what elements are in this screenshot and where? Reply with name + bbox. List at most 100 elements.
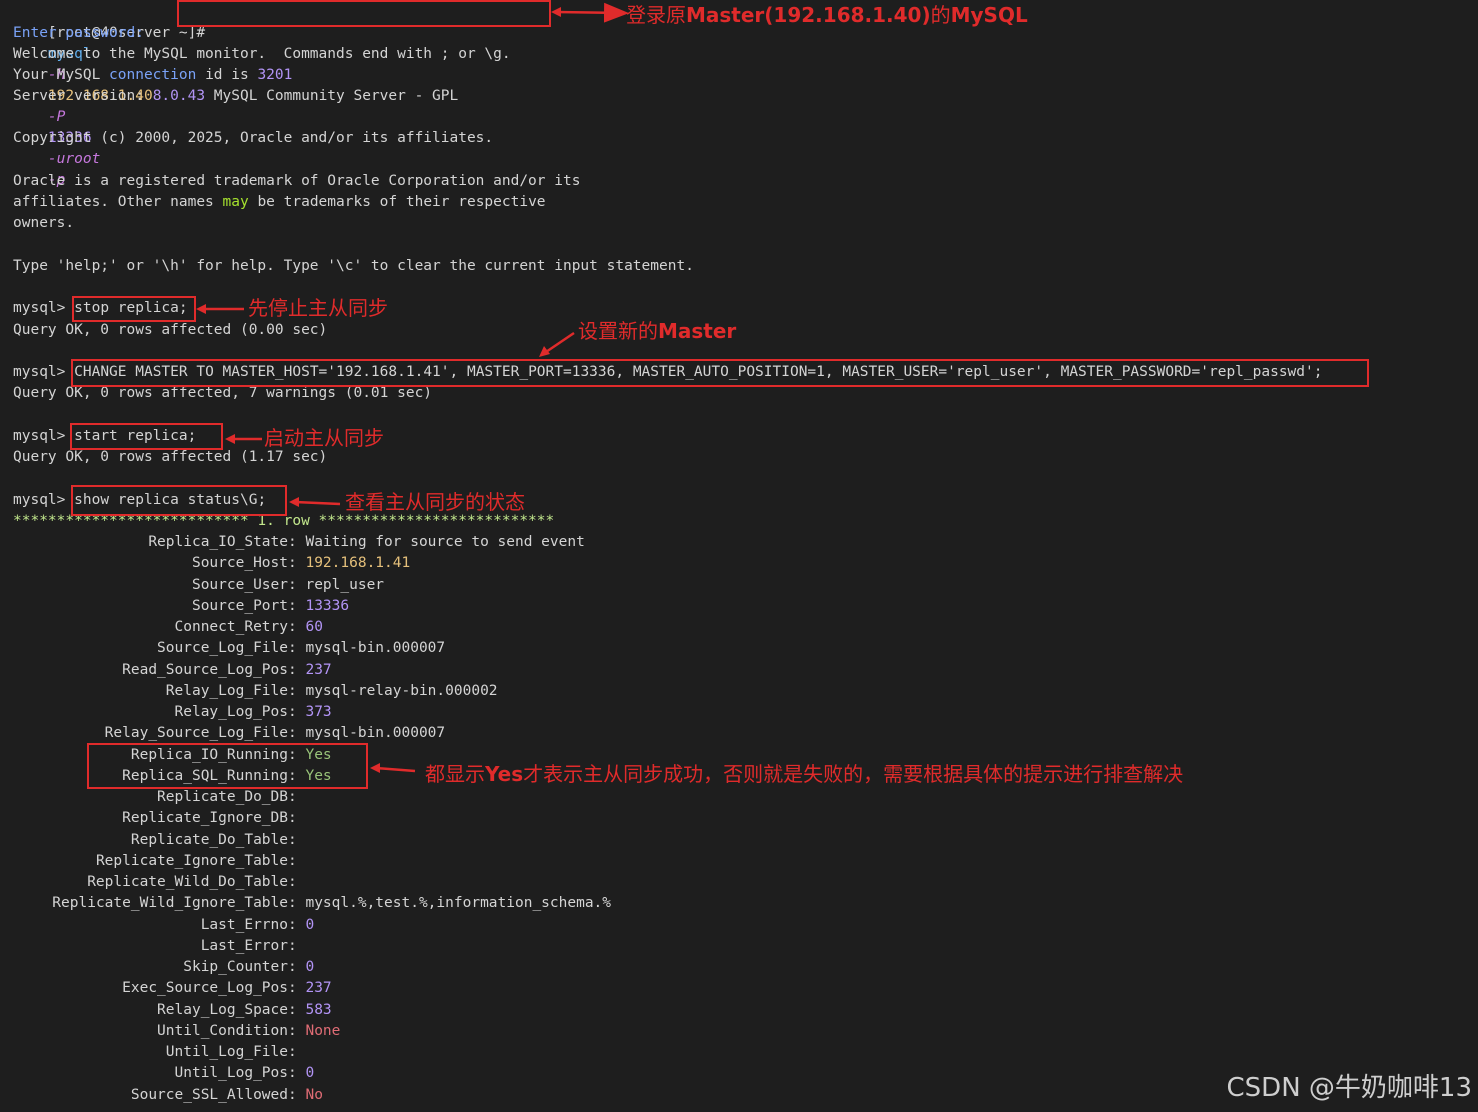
status-key: Relay_Log_File — [165, 682, 288, 699]
status-value: 0 — [305, 959, 315, 975]
status-row: Exec_Source_Log_Pos: 237 — [13, 978, 332, 999]
status-colon: : — [288, 576, 306, 593]
status-key: Relay_Log_Pos — [174, 704, 289, 720]
status-colon: : — [288, 1086, 306, 1103]
status-value: 192.168.1.41 — [305, 555, 411, 572]
yes-annotation: 都显示Yes才表示主从同步成功，否则就是失败的，需要根据具体的提示进行排查解决 — [425, 762, 1184, 786]
status-row: Relay_Log_Space: 583 — [13, 1000, 332, 1021]
status-row: Read_Source_Log_Pos: 237 — [13, 660, 332, 681]
status-colon: : — [288, 534, 306, 550]
welcome-line: Welcome to the MySQL monitor. Commands e… — [13, 46, 511, 62]
status-key: Replicate_Do_DB — [157, 789, 288, 805]
status-colon: : — [288, 810, 306, 827]
status-key: Source_SSL_Allowed — [130, 1086, 288, 1103]
status-key: Until_Log_File — [165, 1044, 288, 1060]
status-value: None — [305, 1022, 341, 1039]
status-row: Relay_Log_Pos: 373 — [13, 702, 332, 723]
status-value: 373 — [305, 704, 332, 720]
status-row: Connect_Retry: 60 — [13, 617, 323, 638]
status-value: mysql-bin.000007 — [305, 640, 446, 657]
status-key: Replicate_Ignore_DB — [122, 810, 288, 827]
status-row: Last_Errno: 0 — [13, 915, 315, 936]
oracle-line-2: affiliates. Other names may be trademark… — [13, 194, 546, 210]
status-colon: : — [288, 980, 306, 997]
status-row: Until_Log_File: — [13, 1042, 305, 1063]
status-colon: : — [288, 1022, 306, 1039]
show-highlight-box — [71, 485, 287, 516]
oracle-line-3: owners. — [13, 215, 75, 231]
status-row: Skip_Counter: 0 — [13, 957, 314, 978]
status-key: Skip_Counter — [183, 959, 288, 975]
start-result-line: Query OK, 0 rows affected (1.17 sec) — [13, 449, 328, 465]
status-row: Source_Log_File: mysql-bin.000007 — [13, 638, 445, 659]
status-colon: : — [288, 597, 306, 614]
status-row: Source_Port: 13336 — [13, 596, 349, 617]
change-highlight-box — [71, 359, 1369, 387]
change-annotation: 设置新的Master — [578, 319, 737, 343]
status-value: No — [305, 1086, 323, 1103]
status-colon: : — [288, 895, 306, 912]
status-value: mysql-relay-bin.000002 — [305, 682, 498, 699]
status-value: repl_user — [305, 576, 385, 593]
status-value: 60 — [305, 619, 323, 635]
status-colon: : — [288, 937, 306, 954]
status-colon: : — [288, 916, 306, 933]
status-colon: : — [288, 704, 306, 720]
status-value: 0 — [305, 1065, 315, 1082]
enter-password-line: Enter password: — [13, 25, 144, 41]
show-annotation: 查看主从同步的状态 — [345, 490, 525, 514]
status-key: Replicate_Wild_Do_Table — [87, 874, 288, 890]
status-row: Source_SSL_Allowed: No — [13, 1085, 323, 1106]
status-key: Exec_Source_Log_Pos — [122, 980, 288, 997]
status-row: Until_Condition: None — [13, 1021, 340, 1042]
status-key: Replicate_Ignore_Table — [95, 852, 288, 869]
status-value: Waiting for source to send event — [305, 534, 585, 550]
status-key: Relay_Source_Log_File — [104, 725, 288, 742]
status-key: Source_Host — [191, 555, 288, 572]
status-colon: : — [288, 831, 306, 848]
status-row: Relay_Source_Log_File: mysql-bin.000007 — [13, 723, 445, 744]
status-row: Last_Error: — [13, 936, 305, 957]
status-row: Replicate_Do_Table: — [13, 830, 305, 851]
status-colon: : — [288, 1044, 306, 1060]
status-key: Until_Log_Pos — [174, 1065, 289, 1082]
terminal-window[interactable]: [root@40server ~]# mysql -h 192.168.1.40… — [0, 0, 1478, 1112]
yes-highlight-box — [87, 743, 368, 789]
status-colon: : — [288, 555, 306, 572]
status-key: Source_Log_File — [157, 640, 288, 657]
status-colon: : — [288, 682, 306, 699]
status-key: Connect_Retry — [174, 619, 289, 635]
stop-highlight-box — [72, 296, 196, 322]
status-row: Replicate_Wild_Do_Table: — [13, 872, 305, 893]
status-colon: : — [288, 1065, 306, 1082]
status-value: 13336 — [305, 597, 350, 614]
status-key: Last_Error — [200, 937, 288, 954]
login-cmd-P: -P — [47, 109, 66, 125]
status-colon: : — [288, 661, 306, 678]
stop-result-line: Query OK, 0 rows affected (0.00 sec) — [13, 322, 328, 338]
help-line: Type 'help;' or '\h' for help. Type '\c'… — [13, 258, 694, 274]
oracle-line-1: Oracle is a registered trademark of Orac… — [13, 173, 581, 189]
status-row: Until_Log_Pos: 0 — [13, 1063, 315, 1084]
status-row: Replicate_Ignore_Table: — [13, 851, 305, 872]
login-annotation: 登录原Master(192.168.1.40)的MySQL — [626, 3, 1028, 27]
status-value: 237 — [305, 980, 332, 997]
status-key: Replicate_Wild_Ignore_Table — [52, 895, 288, 912]
status-key: Until_Condition — [157, 1022, 288, 1039]
status-row: Source_User: repl_user — [13, 575, 384, 596]
login-cmd-user: -uroot — [47, 151, 101, 167]
status-colon: : — [288, 959, 306, 975]
status-row: Replicate_Ignore_DB: — [13, 808, 305, 829]
status-key: Read_Source_Log_Pos — [122, 661, 288, 678]
status-key: Replicate_Do_Table — [130, 831, 288, 848]
status-value: mysql-bin.000007 — [305, 725, 446, 742]
status-colon: : — [288, 1001, 306, 1018]
status-key: Source_User — [191, 576, 288, 593]
status-value: mysql.%,test.%,information_schema.% — [305, 895, 612, 912]
login-highlight-box — [177, 0, 551, 27]
status-key: Relay_Log_Space — [157, 1001, 288, 1018]
status-row: Relay_Log_File: mysql-relay-bin.000002 — [13, 681, 498, 702]
status-row: Replica_IO_State: Waiting for source to … — [13, 532, 585, 553]
start-annotation: 启动主从同步 — [264, 426, 384, 450]
status-colon: : — [288, 640, 306, 657]
